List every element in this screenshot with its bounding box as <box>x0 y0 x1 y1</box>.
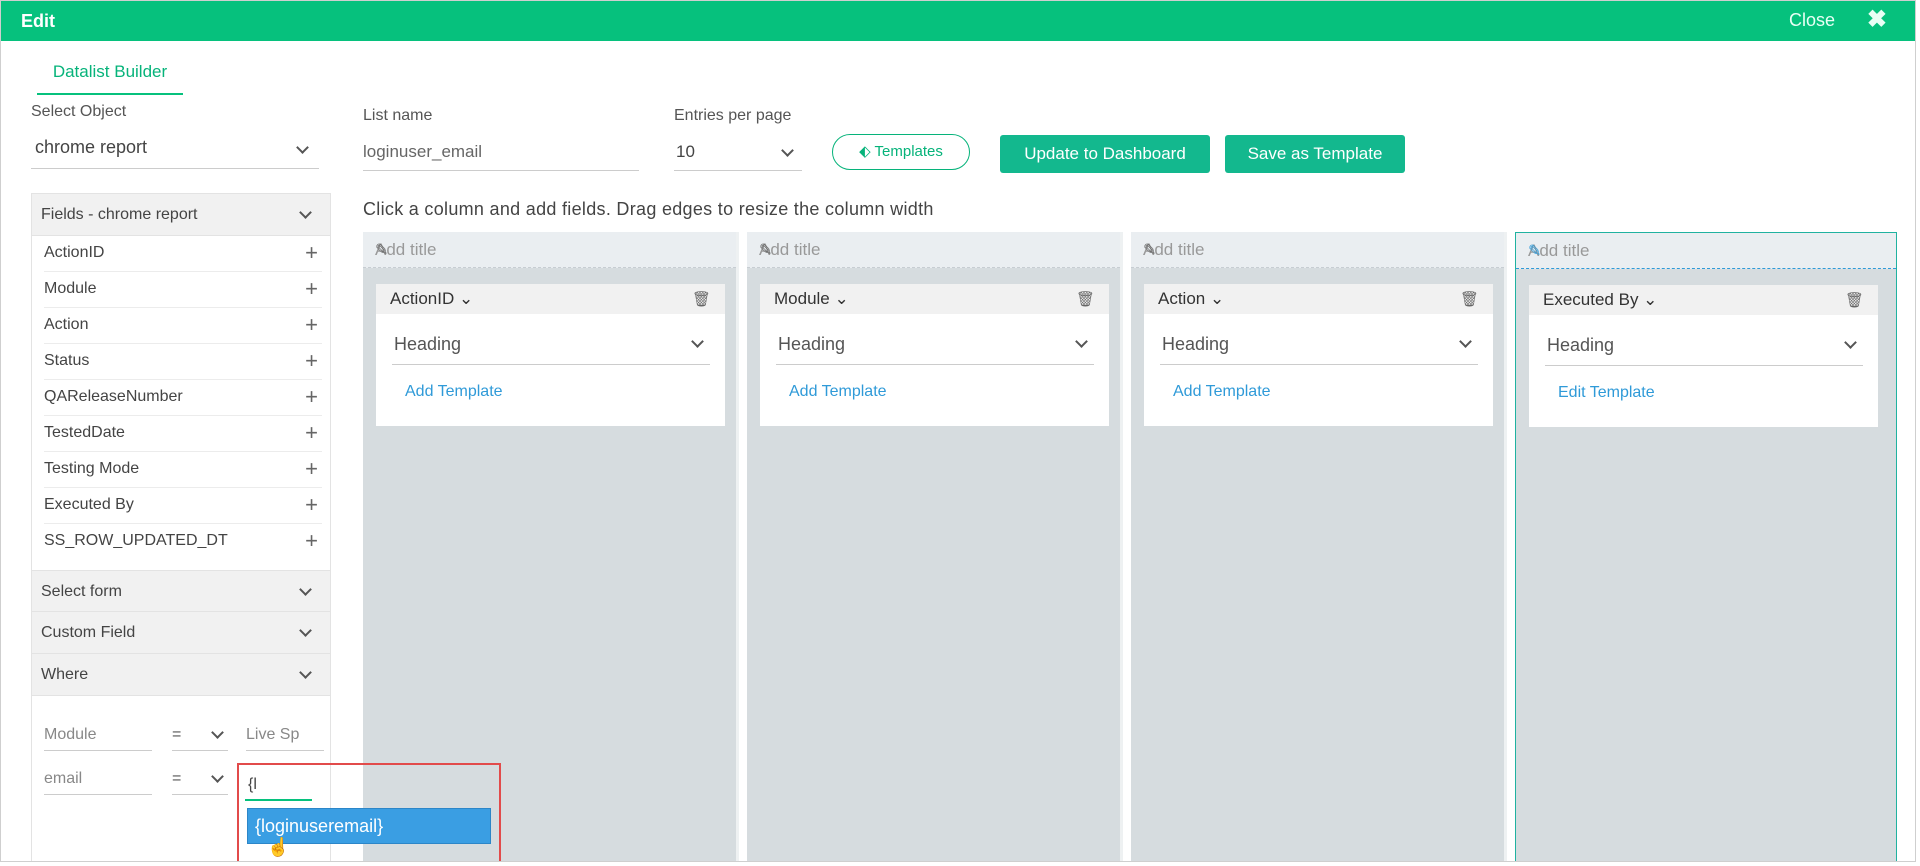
entries-per-page-select[interactable]: 10 <box>674 137 802 171</box>
chevron-down-icon <box>781 144 794 157</box>
field-item[interactable]: ActionID + <box>44 236 322 272</box>
pencil-icon[interactable]: ✎ <box>1528 241 1884 261</box>
field-card[interactable]: Action ⌄ 🗑 Heading Add Template <box>1144 284 1493 426</box>
add-icon[interactable]: + <box>305 380 318 414</box>
chevron-down-icon <box>299 666 312 679</box>
fields-panel: Fields - chrome report ActionID + Module +… <box>31 193 331 861</box>
chevron-down-icon <box>299 624 312 637</box>
column-title-input[interactable]: Add title ✎ <box>363 232 736 268</box>
fields-panel-header[interactable]: Fields - chrome report <box>32 194 330 236</box>
custom-field-section[interactable]: Custom Field <box>32 612 330 654</box>
add-template-link[interactable]: Add Template <box>405 383 503 401</box>
add-icon[interactable]: + <box>305 272 318 306</box>
edit-modal: Edit Close ✖ Datalist Builder Select Obj… <box>0 0 1916 862</box>
builder-column-active[interactable]: Add title ✎ Executed By ⌄ 🗑 Heading Edit T… <box>1515 232 1897 861</box>
select-object-label: Select Object <box>31 103 127 120</box>
field-item[interactable]: Module + <box>44 272 322 308</box>
save-as-template-button[interactable]: Save as Template <box>1225 135 1405 173</box>
chevron-down-icon <box>299 583 312 596</box>
fields-panel-title: Fields - chrome report <box>41 206 198 223</box>
close-button[interactable]: Close <box>1789 10 1835 31</box>
builder-column[interactable]: Add title ✎ Module ⌄ 🗑 Heading Add Templat… <box>747 232 1123 861</box>
entries-per-page-label: Entries per page <box>674 107 792 124</box>
field-item[interactable]: Testing Mode + <box>44 452 322 488</box>
where-operator-select[interactable]: = <box>172 765 228 795</box>
field-card-name[interactable]: Action ⌄ <box>1158 289 1224 309</box>
field-item[interactable]: QAReleaseNumber + <box>44 380 322 416</box>
heading-select[interactable]: Heading <box>392 329 710 365</box>
select-form-section[interactable]: Select form <box>32 570 330 612</box>
add-icon[interactable]: + <box>305 452 318 486</box>
add-icon[interactable]: + <box>305 488 318 522</box>
where-field-select[interactable]: Module <box>44 721 152 751</box>
add-icon[interactable]: + <box>305 344 318 378</box>
field-card-name[interactable]: Module ⌄ <box>774 289 849 309</box>
heading-select[interactable]: Heading <box>776 329 1094 365</box>
builder-hint: Click a column and add fields. Drag edge… <box>363 199 934 219</box>
add-icon[interactable]: + <box>305 308 318 342</box>
modal-header: Edit Close ✖ <box>1 1 1915 41</box>
trash-icon[interactable]: 🗑 <box>1076 290 1095 308</box>
pencil-icon[interactable]: ✎ <box>759 240 1108 260</box>
where-value-input[interactable]: Live Sp <box>246 721 324 751</box>
select-object-dropdown[interactable]: chrome report <box>31 137 319 169</box>
trash-icon[interactable]: 🗑 <box>1845 291 1864 309</box>
chevron-down-icon <box>1075 335 1088 348</box>
chevron-down-icon <box>296 141 309 154</box>
chevron-down-icon <box>1844 336 1857 349</box>
tab-datalist-builder[interactable]: Datalist Builder <box>37 59 183 95</box>
field-item[interactable]: Executed By + <box>44 488 322 524</box>
modal-title: Edit <box>21 11 55 31</box>
field-item[interactable]: Action + <box>44 308 322 344</box>
add-template-link[interactable]: Add Template <box>1173 383 1271 401</box>
column-title-input[interactable]: Add title ✎ <box>747 232 1120 268</box>
field-card[interactable]: Module ⌄ 🗑 Heading Add Template <box>760 284 1109 426</box>
trash-icon[interactable]: 🗑 <box>1460 290 1479 308</box>
add-icon[interactable]: + <box>305 416 318 450</box>
templates-icon: ⬖ <box>859 143 875 160</box>
select-object-value: chrome report <box>35 137 148 157</box>
chevron-down-icon <box>211 726 224 739</box>
add-template-link[interactable]: Add Template <box>789 383 887 401</box>
close-icon[interactable]: ✖ <box>1867 7 1887 33</box>
field-card[interactable]: ActionID ⌄ 🗑 Heading Add Template <box>376 284 725 426</box>
add-icon[interactable]: + <box>305 524 318 558</box>
chevron-down-icon <box>1459 335 1472 348</box>
add-icon[interactable]: + <box>305 236 318 270</box>
list-name-label: List name <box>363 107 433 124</box>
heading-select[interactable]: Heading <box>1545 330 1863 366</box>
hand-cursor-icon: ☝ <box>267 837 290 857</box>
field-card[interactable]: Executed By ⌄ 🗑 Heading Edit Template <box>1529 285 1878 427</box>
chevron-down-icon <box>299 206 312 219</box>
column-title-input[interactable]: Add title ✎ <box>1131 232 1504 268</box>
where-section[interactable]: Where <box>32 654 330 696</box>
templates-button[interactable]: ⬖ Templates <box>832 134 970 170</box>
chevron-down-icon <box>211 770 224 783</box>
column-title-input[interactable]: Add title ✎ <box>1516 233 1896 269</box>
builder-column[interactable]: Add title ✎ Action ⌄ 🗑 Heading Add Templat… <box>1131 232 1507 861</box>
field-item[interactable]: TestedDate + <box>44 416 322 452</box>
update-to-dashboard-button[interactable]: Update to Dashboard <box>1000 135 1210 173</box>
edit-template-link[interactable]: Edit Template <box>1558 384 1655 402</box>
field-card-name[interactable]: ActionID ⌄ <box>390 289 473 309</box>
pencil-icon[interactable]: ✎ <box>375 240 724 260</box>
heading-select[interactable]: Heading <box>1160 329 1478 365</box>
field-item[interactable]: SS_ROW_UPDATED_DT + <box>44 524 322 560</box>
field-card-name[interactable]: Executed By ⌄ <box>1543 290 1657 310</box>
trash-icon[interactable]: 🗑 <box>692 290 711 308</box>
field-item[interactable]: Status + <box>44 344 322 380</box>
where-value-input-active[interactable]: {l <box>245 771 312 801</box>
where-field-select[interactable]: email <box>44 765 152 795</box>
chevron-down-icon <box>691 335 704 348</box>
list-name-input[interactable]: loginuser_email <box>363 137 639 171</box>
pencil-icon[interactable]: ✎ <box>1143 240 1492 260</box>
where-operator-select[interactable]: = <box>172 721 228 751</box>
